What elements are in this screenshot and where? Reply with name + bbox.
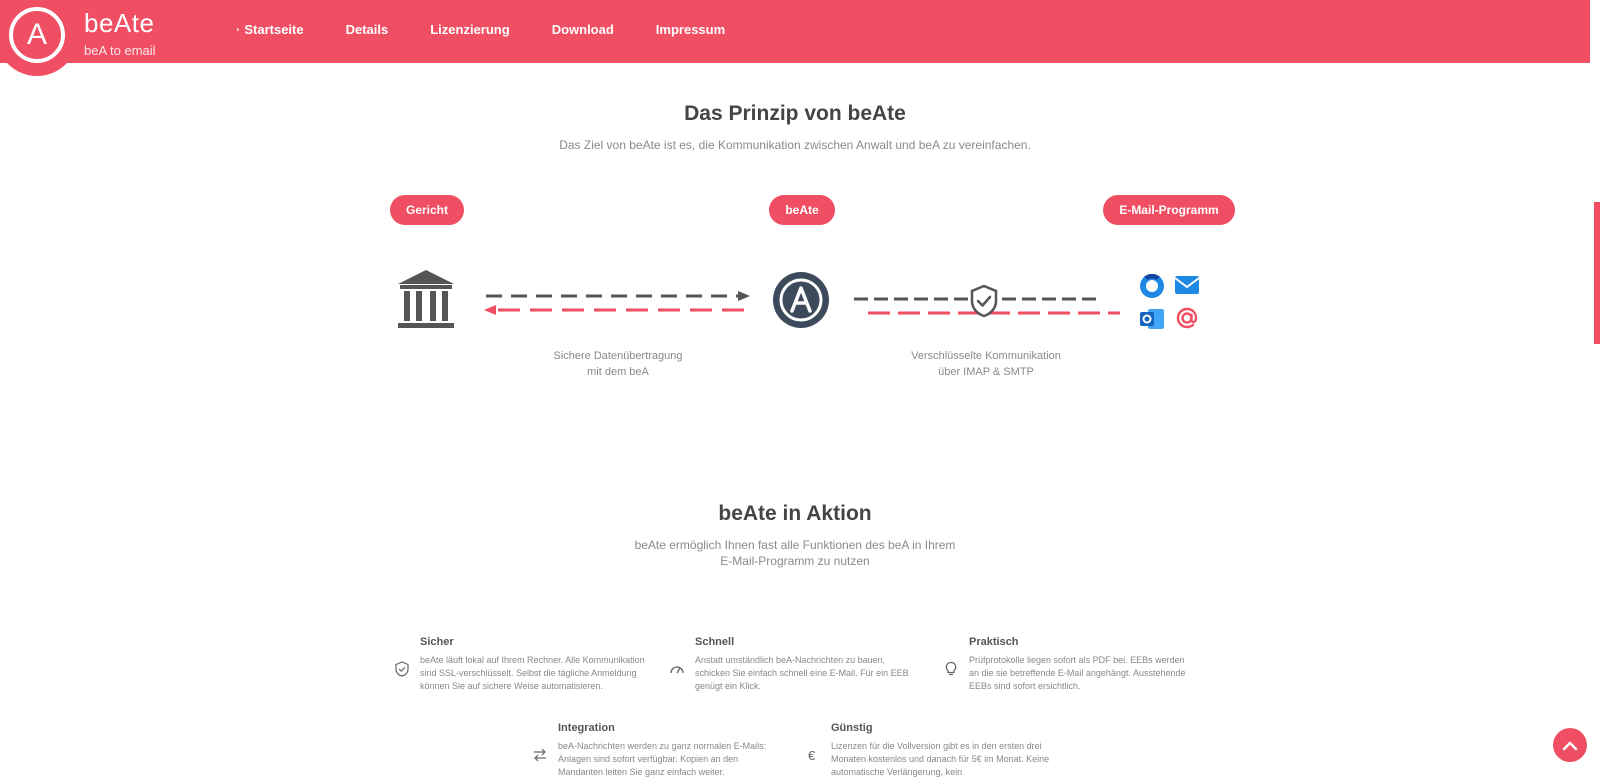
nav-item-startseite[interactable]: Startseite [236, 22, 303, 37]
svg-text:€: € [808, 748, 816, 763]
feature-text: Lizenzen für die Vollversion gibt es in … [831, 741, 1050, 777]
nav-item-download[interactable]: Download [552, 22, 614, 37]
outlook-icon [1140, 309, 1164, 329]
brand-tagline: beA to email [84, 43, 156, 58]
feature-integration: Integration beA-Nachrichten werden zu ga… [534, 722, 783, 779]
feature-text: Anstatt umständlich beA-Nachrichten zu b… [695, 655, 909, 691]
scroll-to-top-button[interactable] [1553, 728, 1587, 762]
nav-item-impressum[interactable]: Impressum [656, 22, 725, 37]
feature-guenstig: € Günstig Lizenzen für die Vollversion g… [808, 722, 1056, 779]
feature-title: Sicher [420, 636, 454, 648]
pill-email-programm: E-Mail-Programm [1103, 195, 1235, 225]
mail-app-icon [1174, 276, 1200, 294]
arrows-court-beate [484, 291, 750, 315]
nav-item-details[interactable]: Details [346, 22, 389, 37]
principle-title: Das Prinzip von beAte [684, 102, 906, 125]
shield-check-icon [395, 661, 409, 677]
feature-schnell: Schnell Anstatt umständlich beA-Nachrich… [670, 636, 920, 693]
feature-text: beA-Nachrichten werden zu ganz normalen … [558, 741, 767, 777]
chevron-up-icon [1562, 741, 1578, 751]
lightbulb-icon [945, 661, 957, 676]
feature-text: Prüfprotokolle liegen sofort als PDF bei… [969, 655, 1186, 691]
courthouse-icon [398, 270, 454, 328]
main-nav: Startseite Details Lizenzierung Download… [236, 22, 767, 37]
action-subtitle: beAte ermöglich Ihnen fast alle Funktion… [634, 538, 956, 568]
brand-name[interactable]: beAte [84, 8, 154, 39]
nav-item-lizenzierung[interactable]: Lizenzierung [430, 22, 509, 37]
logo[interactable]: A [0, 0, 78, 76]
pill-gericht: Gericht [390, 195, 464, 225]
caption-encrypted-communication: Verschlüsselte Kommunikation über IMAP &… [911, 350, 1061, 378]
feature-text: beAte läuft lokal auf Ihrem Rechner. All… [420, 655, 645, 691]
speedometer-icon [670, 666, 684, 674]
feature-title: Schnell [695, 636, 735, 648]
side-tab[interactable] [1594, 202, 1600, 344]
feature-praktisch: Praktisch Prüfprotokolle liegen sofort a… [945, 636, 1194, 693]
at-sign-icon [1176, 307, 1198, 329]
action-title: beAte in Aktion [718, 502, 872, 525]
feature-title: Integration [558, 722, 615, 734]
euro-icon: € [808, 748, 816, 763]
logo-a-icon: A [9, 7, 65, 63]
feature-title: Praktisch [969, 636, 1019, 648]
thunderbird-icon [1140, 274, 1164, 298]
principle-subtitle: Das Ziel von beAte ist es, die Kommunika… [559, 138, 1031, 152]
caption-secure-transfer: Sichere Datenübertragung mit dem beA [553, 350, 683, 378]
feature-sicher: Sicher beAte läuft lokal auf Ihrem Rechn… [395, 636, 645, 693]
beate-logo-icon [773, 272, 829, 328]
swap-icon [534, 748, 546, 762]
shield-check-icon [970, 284, 998, 318]
pill-beate: beAte [769, 195, 835, 225]
feature-title: Günstig [831, 722, 873, 734]
